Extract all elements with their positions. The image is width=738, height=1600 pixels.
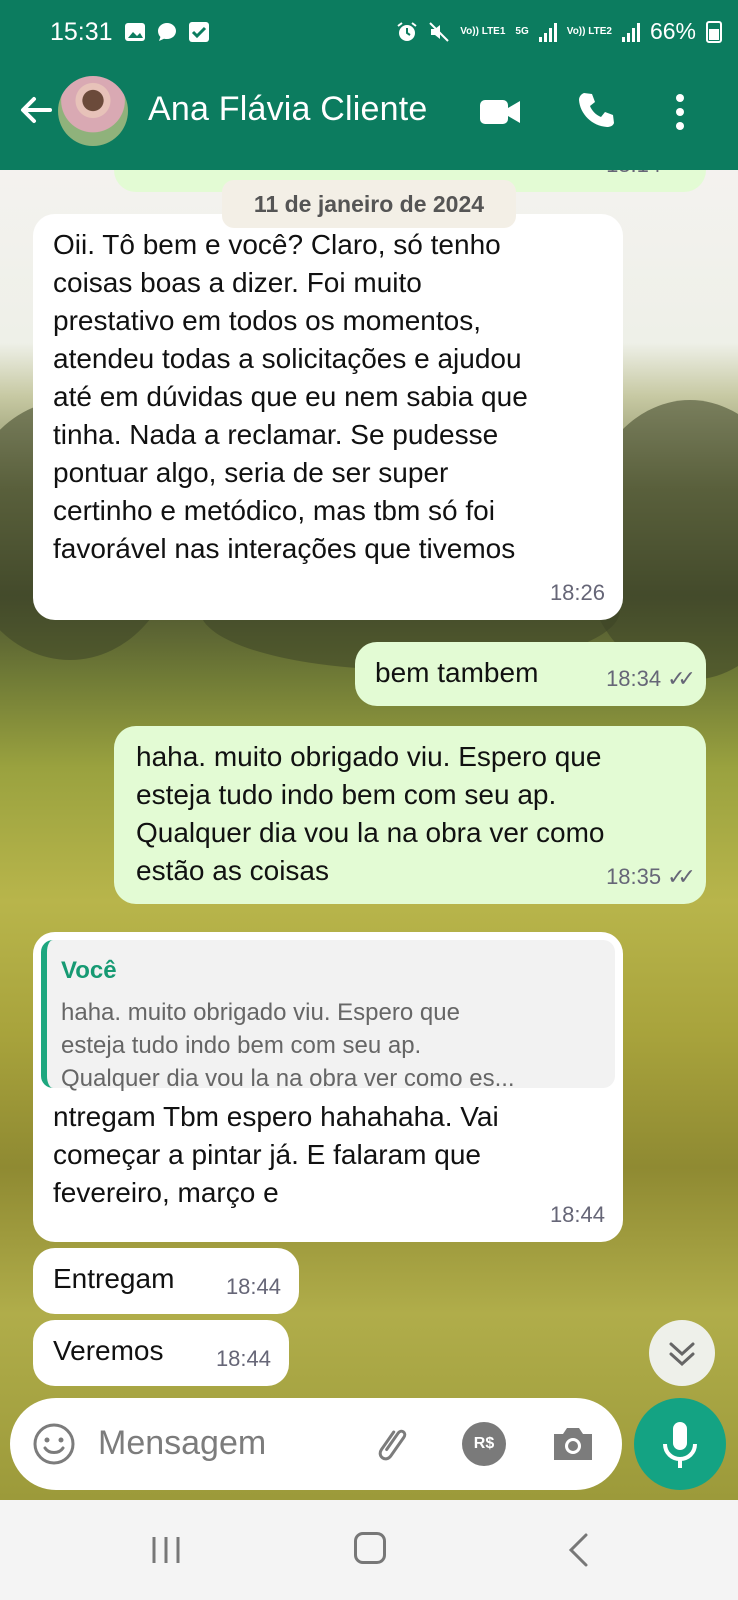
message-bubble-incoming-reply[interactable]: Você haha. muito obrigado viu. Espero qu… — [33, 932, 623, 1242]
message-meta: 18:44 — [226, 1268, 281, 1306]
message-time: 18:44 — [215, 1346, 271, 1371]
message-meta: 18:44 — [550, 1196, 605, 1234]
message-bubble-incoming[interactable]: Entregam 18:44 — [33, 1248, 299, 1314]
message-text: haha. muito obrigado viu. Espero que est… — [136, 741, 605, 886]
attachment-icon[interactable] — [372, 1422, 418, 1468]
message-time: 18:26 — [549, 580, 605, 605]
more-options-icon[interactable] — [668, 92, 692, 132]
chat-header: 15:31 Vo)) LTE1 5G Vo)) LTE2 66% Ana Flá… — [0, 0, 738, 170]
message-bubble-outgoing[interactable]: haha. muito obrigado viu. Espero que est… — [114, 726, 706, 904]
system-navigation-bar — [0, 1500, 738, 1600]
gallery-icon — [125, 23, 145, 41]
date-separator: 11 de janeiro de 2024 — [222, 180, 516, 228]
emoji-icon[interactable] — [32, 1422, 76, 1466]
network-sim1: Vo)) LTE1 — [460, 26, 506, 37]
quoted-message[interactable]: Você haha. muito obrigado viu. Espero qu… — [41, 940, 615, 1092]
mute-icon — [429, 21, 449, 42]
signal-bars-icon — [538, 22, 557, 42]
message-time: 18:14 — [606, 170, 661, 184]
message-meta: 18:34 ✓✓ — [606, 660, 696, 698]
contact-avatar[interactable] — [58, 76, 128, 146]
payment-button[interactable]: R$ — [462, 1422, 506, 1466]
message-time: 18:35 — [606, 864, 662, 889]
status-system-icons: Vo)) LTE1 5G Vo)) LTE2 66% — [396, 18, 722, 45]
double-check-icon: ✓✓ — [667, 170, 696, 184]
message-text: ntregam Tbm espero hahahaha. Vai começar… — [53, 1101, 499, 1208]
message-meta: 18:35 ✓✓ — [606, 858, 696, 896]
recent-apps-icon[interactable] — [148, 1535, 184, 1565]
nav-back-icon[interactable] — [566, 1532, 590, 1568]
network-5g: 5G — [515, 26, 529, 37]
double-check-icon: ✓✓ — [667, 666, 696, 691]
message-time: 18:44 — [549, 1202, 605, 1227]
whatsapp-chat-screen: 15:31 Vo)) LTE1 5G Vo)) LTE2 66% Ana Flá… — [0, 0, 738, 1600]
double-chevron-down-icon — [669, 1342, 695, 1367]
status-notification-icons — [124, 21, 210, 43]
camera-icon[interactable] — [550, 1422, 596, 1466]
quoted-author: Você — [61, 957, 117, 984]
message-bubble-incoming[interactable]: Veremos 18:44 — [33, 1320, 289, 1386]
checkbox-icon — [189, 22, 209, 42]
microphone-icon — [663, 1422, 697, 1468]
video-call-icon[interactable] — [478, 95, 522, 129]
message-composer[interactable]: Mensagem R$ — [10, 1398, 622, 1490]
message-meta: 18:14 ✓✓ — [606, 170, 696, 184]
phone-call-icon[interactable] — [576, 90, 616, 130]
signal-bars-icon — [621, 22, 640, 42]
message-text: Oii. Tô bem e você? Claro, só tenho cois… — [53, 229, 528, 564]
status-time: 15:31 — [50, 18, 113, 46]
message-time: 18:34 — [606, 666, 662, 691]
scroll-to-bottom-button[interactable] — [649, 1320, 715, 1386]
message-meta: 18:26 — [550, 574, 605, 612]
message-time: 18:44 — [225, 1274, 281, 1299]
chat-messages-area[interactable]: 18:14 ✓✓ Oii. Tô bem e você? Claro, só t… — [0, 170, 738, 1500]
message-input[interactable]: Mensagem — [98, 1424, 266, 1463]
contact-name[interactable]: Ana Flávia Cliente — [148, 90, 428, 129]
message-bubble-outgoing[interactable]: bem tambem 18:34 ✓✓ — [355, 642, 706, 706]
quoted-text: haha. muito obrigado viu. Espero que est… — [61, 999, 515, 1092]
message-bubble-incoming[interactable]: Oii. Tô bem e você? Claro, só tenho cois… — [33, 214, 623, 620]
voice-record-button[interactable] — [634, 1398, 726, 1490]
double-check-icon: ✓✓ — [667, 864, 696, 889]
back-arrow-icon[interactable] — [16, 90, 56, 130]
network-sim2: Vo)) LTE2 — [566, 26, 612, 37]
message-meta: 18:44 — [216, 1340, 271, 1378]
battery-percent: 66% — [649, 18, 696, 44]
battery-icon — [706, 20, 722, 43]
home-button-icon[interactable] — [354, 1532, 386, 1564]
chat-bubble-icon — [158, 23, 176, 41]
alarm-icon — [397, 21, 417, 41]
